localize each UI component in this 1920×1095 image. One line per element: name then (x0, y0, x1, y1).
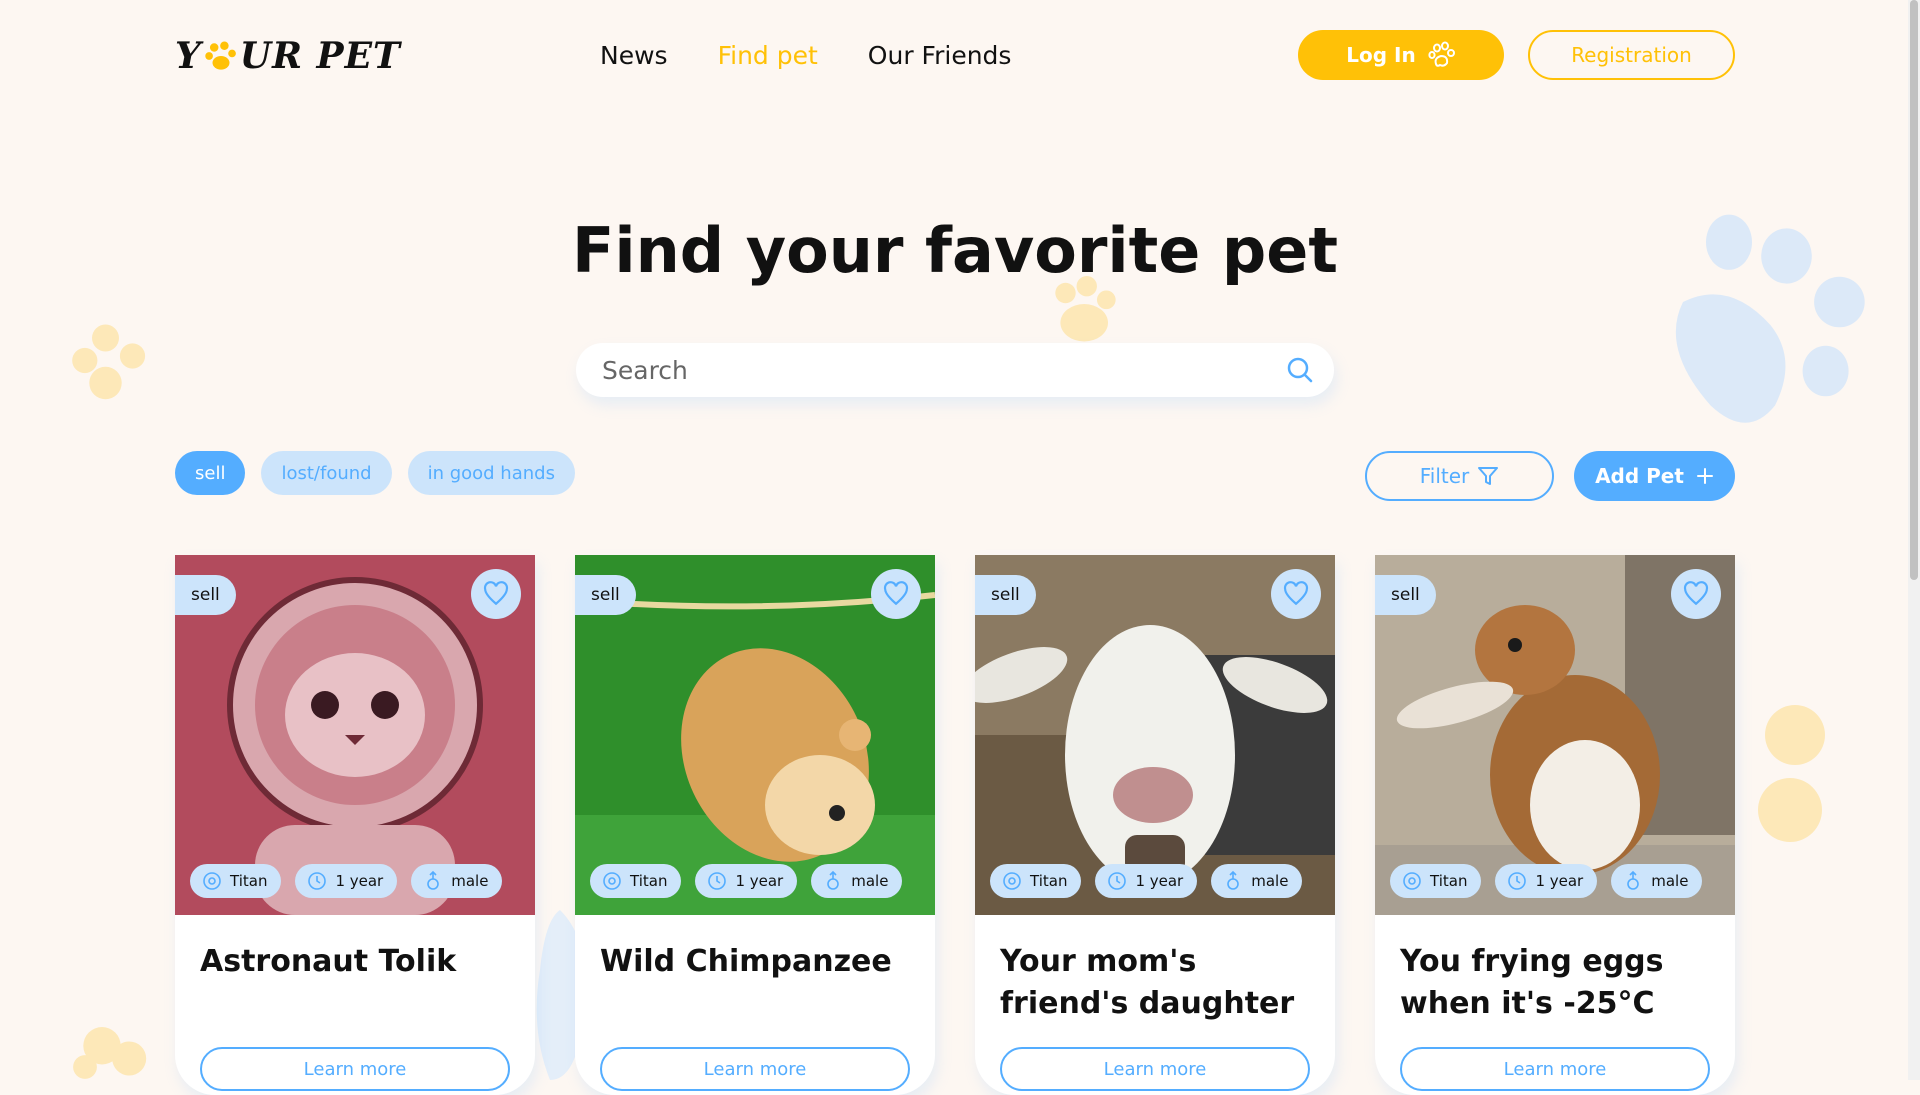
sex-text: male (1651, 872, 1689, 890)
learn-more-button[interactable]: Learn more (1400, 1047, 1710, 1091)
learn-more-button[interactable]: Learn more (600, 1047, 910, 1091)
category-lost-found[interactable]: lost/found (261, 451, 392, 495)
logo-text-left: Y (175, 35, 202, 77)
location-pill: Titan (990, 864, 1082, 898)
location-icon (203, 872, 221, 890)
age-text: 1 year (1535, 872, 1584, 890)
male-icon (427, 871, 440, 890)
pet-title: Wild Chimpanzee (600, 944, 892, 979)
category-badge: sell (1375, 575, 1436, 615)
age-pill: 1 year (1495, 864, 1598, 898)
login-button[interactable]: Log In (1298, 30, 1504, 80)
logo-paw-icon (204, 41, 236, 70)
plus-icon (1696, 468, 1713, 484)
pet-photo: sell Titan 1 year male (175, 555, 535, 915)
pet-title: Astronaut Tolik (200, 944, 457, 979)
age-pill: 1 year (295, 864, 398, 898)
category-in-good-hands[interactable]: in good hands (407, 451, 575, 495)
pet-photo: sell Titan 1 year male (1375, 555, 1735, 915)
sex-pill: male (1611, 864, 1703, 898)
paw-decoration-yellow (72, 324, 146, 400)
male-icon (827, 871, 840, 890)
location-icon (1003, 872, 1021, 890)
filter-label: Filter (1419, 464, 1470, 488)
learn-more-button[interactable]: Learn more (200, 1047, 510, 1091)
male-icon (1627, 871, 1640, 890)
sex-pill: male (1211, 864, 1303, 898)
pet-card: sell Titan 1 year male Your mom's friend… (975, 555, 1335, 1095)
age-pill: 1 year (1095, 864, 1198, 898)
category-tabs: sell lost/found in good hands (175, 451, 575, 495)
pet-card: sell Titan 1 year male Astronaut Tolik L… (175, 555, 535, 1095)
learn-more-button[interactable]: Learn more (1000, 1047, 1310, 1091)
add-pet-label: Add Pet (1595, 464, 1684, 488)
paw-decoration-yellow-bottom (73, 1027, 147, 1079)
sex-pill: male (411, 864, 503, 898)
filter-button[interactable]: Filter (1365, 451, 1554, 501)
location-pill: Titan (190, 864, 282, 898)
pet-photo: sell Titan 1 year male (575, 555, 935, 915)
pet-info: Titan 1 year male (190, 864, 503, 898)
search-bar (576, 343, 1334, 397)
search-input[interactable] (600, 354, 1244, 386)
heart-icon (483, 581, 509, 606)
age-pill: 1 year (695, 864, 798, 898)
pet-info: Titan 1 year male (590, 864, 903, 898)
location-text: Titan (1030, 872, 1068, 890)
heart-icon (1283, 581, 1309, 606)
clock-icon (308, 872, 327, 890)
favorite-button[interactable] (1671, 569, 1721, 619)
location-icon (1403, 872, 1421, 890)
sex-text: male (451, 872, 489, 890)
location-text: Titan (1430, 872, 1468, 890)
logo-text-right: UR PET (239, 35, 401, 77)
add-pet-button[interactable]: Add Pet (1574, 451, 1735, 501)
nav-our-friends[interactable]: Our Friends (868, 36, 1012, 76)
heart-icon (1683, 581, 1709, 606)
pet-title: Your mom's friend's daughter (1000, 944, 1295, 1021)
category-badge: sell (975, 575, 1036, 615)
nav-news[interactable]: News (600, 36, 668, 76)
page-title: Find your favorite pet (571, 214, 1338, 287)
filter-icon (1478, 467, 1499, 485)
registration-button[interactable]: Registration (1528, 30, 1735, 80)
age-text: 1 year (1135, 872, 1184, 890)
favorite-button[interactable] (1271, 569, 1321, 619)
age-text: 1 year (735, 872, 784, 890)
paw-decoration-yellow-right (1758, 705, 1825, 842)
clock-icon (1508, 872, 1527, 890)
favorite-button[interactable] (871, 569, 921, 619)
pet-title: You frying eggs when it's -25°C (1400, 944, 1664, 1021)
favorite-button[interactable] (471, 569, 521, 619)
location-text: Titan (630, 872, 668, 890)
main-nav: News Find pet Our Friends (600, 36, 1011, 76)
category-badge: sell (575, 575, 636, 615)
sex-text: male (851, 872, 889, 890)
pet-photo: sell Titan 1 year male (975, 555, 1335, 915)
scrollbar-thumb[interactable] (1910, 0, 1918, 580)
clock-icon (1108, 872, 1127, 890)
pet-card: sell Titan 1 year male Wild Chimpanzee L… (575, 555, 935, 1095)
scrollbar[interactable] (1908, 0, 1920, 1080)
paw-icon (1428, 41, 1455, 67)
search-icon[interactable] (1286, 356, 1314, 384)
location-text: Titan (230, 872, 268, 890)
heart-icon (883, 581, 909, 606)
pet-info: Titan 1 year male (990, 864, 1303, 898)
category-badge: sell (175, 575, 236, 615)
clock-icon (708, 872, 727, 890)
male-icon (1227, 871, 1240, 890)
nav-find-pet[interactable]: Find pet (718, 36, 818, 76)
sex-pill: male (811, 864, 903, 898)
logo[interactable]: Y UR PET (175, 35, 401, 77)
category-sell[interactable]: sell (175, 451, 246, 495)
pet-info: Titan 1 year male (1390, 864, 1703, 898)
location-pill: Titan (590, 864, 682, 898)
sex-text: male (1251, 872, 1289, 890)
pet-card: sell Titan 1 year male You frying eggs w… (1375, 555, 1735, 1095)
location-icon (603, 872, 621, 890)
login-label: Log In (1346, 43, 1416, 67)
age-text: 1 year (335, 872, 384, 890)
location-pill: Titan (1390, 864, 1482, 898)
